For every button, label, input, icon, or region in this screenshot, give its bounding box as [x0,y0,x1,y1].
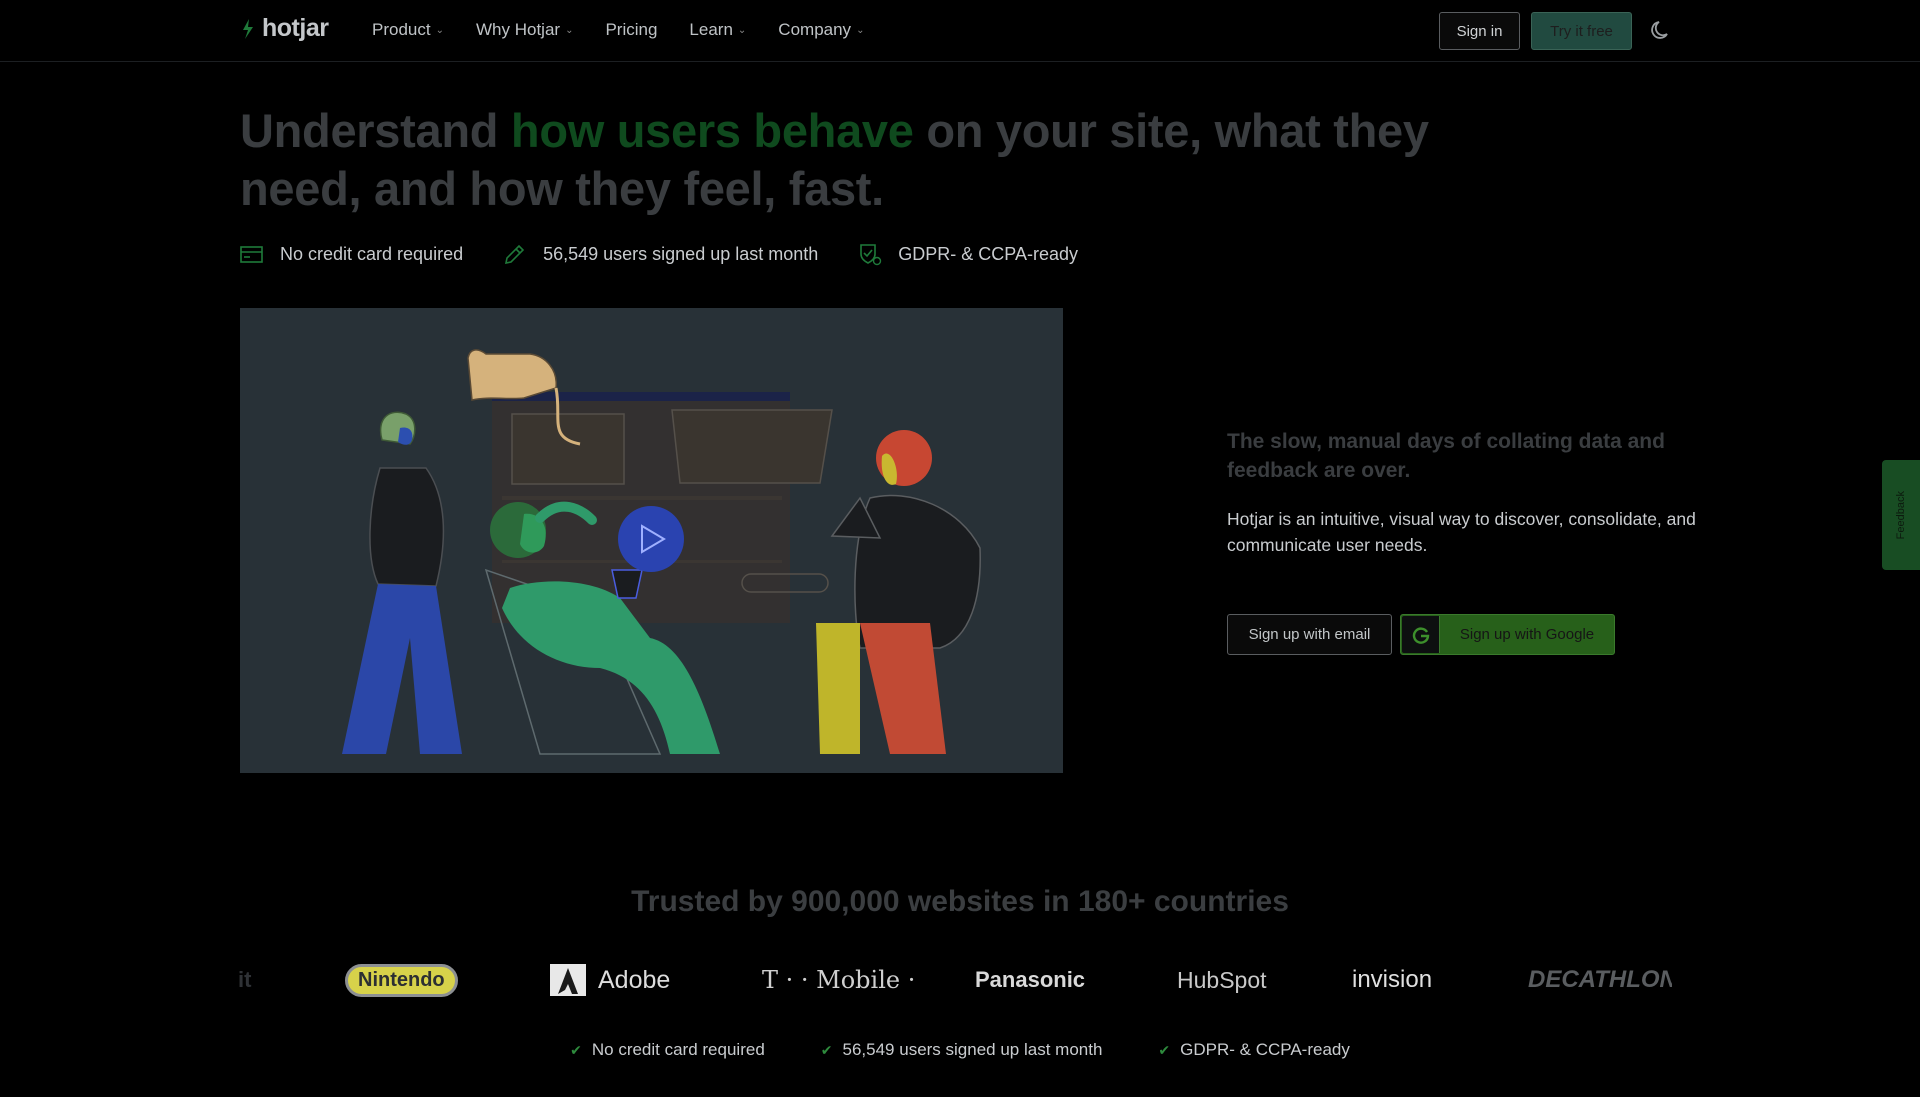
try-free-button[interactable]: Try it free [1531,12,1632,50]
signup-email-button[interactable]: Sign up with email [1227,614,1392,655]
menu-item-pricing[interactable]: Pricing [605,20,657,40]
chevron-down-icon: ⌄ [856,24,865,36]
bottom-feature-item: ✔ GDPR- & CCPA-ready [1158,1040,1349,1060]
menu-item-product[interactable]: Product ⌄ [372,20,444,40]
feedback-label: Feedback [1895,490,1907,540]
logo-partial: it [238,967,252,992]
logo-nintendo: Nintendo [345,958,458,1002]
menu-item-label: Company [778,20,852,39]
bottom-feature-label: GDPR- & CCPA-ready [1180,1040,1350,1059]
logo-invision: invision [1352,966,1433,993]
menu-item-label: Pricing [605,20,658,39]
check-icon: ✔ [820,1041,833,1058]
brand-name: hotjar [262,14,329,42]
check-icon: ✔ [570,1041,582,1058]
shield-check-icon [860,244,882,266]
sign-in-button[interactable]: Sign in [1439,12,1520,50]
main-menu: Product ⌄ Why Hotjar ⌄ Pricing Learn ⌄ C… [372,20,896,40]
signup-google-button[interactable]: Sign up with Google [1400,614,1615,655]
credit-card-icon [240,246,263,263]
logo-adobe: Adobe [550,958,670,1002]
menu-item-label: Why Hotjar [475,20,561,39]
bottom-feature-label: No credit card required [591,1040,765,1059]
chevron-down-icon: ⌄ [565,24,574,36]
google-icon [1402,616,1440,653]
logo-hubspot: HubSpot [1177,966,1267,993]
moon-icon[interactable] [1649,19,1673,43]
logo-panasonic: Panasonic [975,967,1086,992]
feedback-tab[interactable]: Feedback [1882,460,1920,570]
feature-label: 56,549 users signed up last month [543,243,819,264]
hero-headline: Understand how users behave on your site… [240,102,1460,218]
menu-item-label: Learn [689,20,733,39]
logo-decathlon: DECATHLON [1528,966,1672,993]
bottom-feature-item: ✔ 56,549 users signed up last month [821,1040,1103,1060]
menu-item-label: Product [372,20,431,39]
chevron-down-icon: ⌄ [737,24,747,36]
feature-item: 56,549 users signed up last month [503,242,818,266]
customer-logos: it Nintendo Adobe T · · Mobile · Panason… [232,958,1672,1002]
menu-item-learn[interactable]: Learn ⌄ [689,20,746,40]
bottom-features: ✔ No credit card required ✔ 56,549 users… [0,1040,1920,1060]
feature-item: No credit card required [240,243,463,265]
headline-text: Understand [240,104,511,157]
headline-highlight: how users behave [510,104,914,157]
bottom-feature-label: 56,549 users signed up last month [842,1040,1103,1059]
menu-item-company[interactable]: Company ⌄ [778,20,864,40]
pencil-icon [505,244,525,265]
trusted-title: Trusted by 900,000 websites in 180+ coun… [631,885,1289,918]
feature-label: GDPR- & CCPA-ready [898,243,1078,264]
top-nav: hotjar Product ⌄ Why Hotjar ⌄ Pricing Le… [0,0,1920,62]
hero-video[interactable] [240,308,1063,773]
hotjar-logo[interactable]: hotjar [240,14,329,43]
feature-item: GDPR- & CCPA-ready [858,242,1078,266]
chevron-down-icon: ⌄ [435,24,444,36]
feature-label: No credit card required [280,243,464,264]
side-body: Hotjar is an intuitive, visual way to di… [1227,509,1696,555]
adobe-icon [550,964,586,996]
logo-tmobile: T · · Mobile · [762,966,916,994]
side-title: The slow, manual days of collating data … [1227,430,1665,482]
signup-google-label: Sign up with Google [1459,626,1595,643]
menu-item-why-hotjar[interactable]: Why Hotjar ⌄ [476,20,573,40]
hotjar-flame-icon [243,18,253,39]
bottom-feature-item: ✔ No credit card required [570,1040,765,1060]
hero-illustration [342,349,981,755]
hero-features: No credit card required 56,549 users sig… [240,242,1118,266]
check-icon: ✔ [1158,1041,1171,1058]
